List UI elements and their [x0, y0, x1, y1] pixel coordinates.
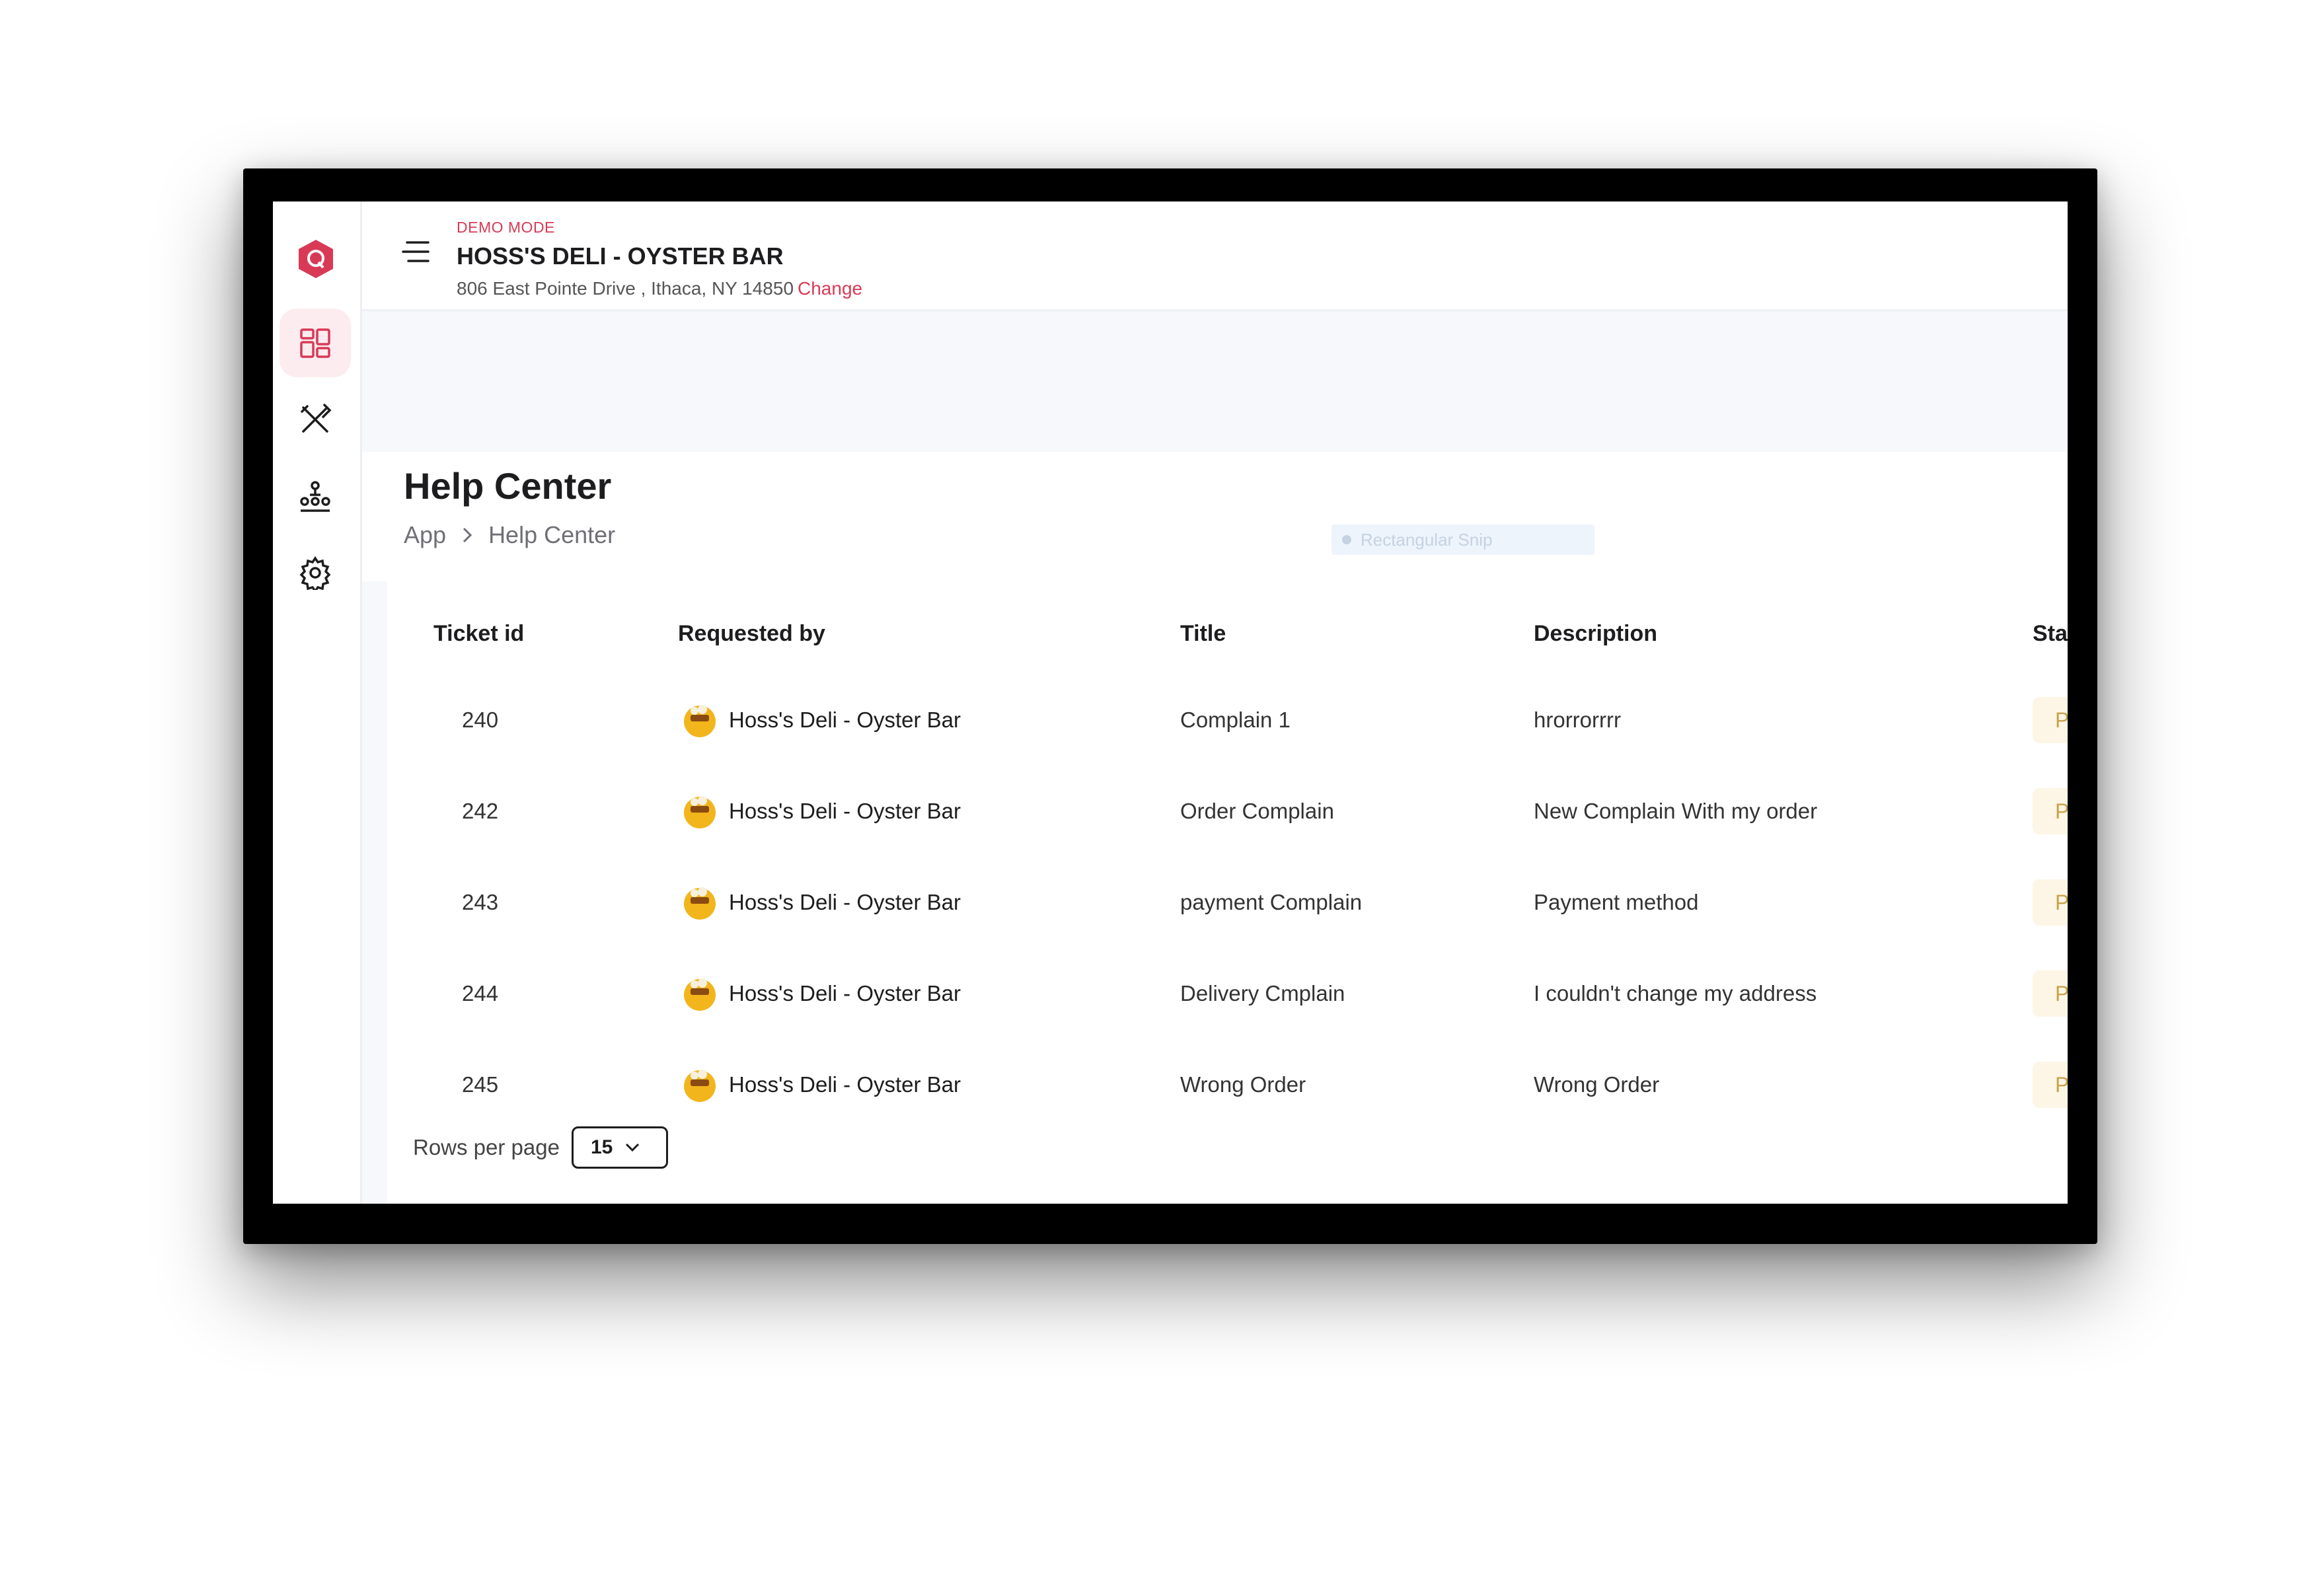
requested-by-name: Hoss's Deli - Oyster Bar	[729, 708, 961, 732]
status-badge: Per	[2033, 697, 2068, 743]
table-row[interactable]: 245 Hoss's Deli - Oyster Bar Wrong Order…	[387, 1039, 2068, 1130]
restaurant-avatar-icon	[684, 1070, 716, 1102]
ticket-description-cell: I couldn't change my address	[1534, 981, 1817, 1005]
rows-per-page-label: Rows per page	[413, 1135, 560, 1159]
device-frame: DEMO MODE HOSS'S DELI - OYSTER BAR 806 E…	[243, 168, 2097, 1244]
rows-per-page-select[interactable]: 15	[571, 1126, 668, 1169]
ticket-id-cell: 240	[462, 708, 499, 732]
header-banner	[362, 311, 2068, 452]
status-badge: Per	[2033, 788, 2068, 834]
requested-by-cell: Hoss's Deli - Oyster Bar	[681, 1066, 961, 1103]
requested-by-name: Hoss's Deli - Oyster Bar	[729, 890, 961, 914]
ticket-description-cell: Wrong Order	[1534, 1072, 1660, 1097]
restaurant-avatar-icon	[684, 887, 716, 920]
column-header-status[interactable]: Statu	[2033, 621, 2068, 647]
rows-per-page-value: 15	[590, 1136, 613, 1158]
status-badge: Per	[2033, 879, 2068, 926]
snip-overlay: Rectangular Snip	[1331, 525, 1594, 555]
requested-by-name: Hoss's Deli - Oyster Bar	[729, 799, 961, 823]
tickets-table: Ticket id Requested by Title Description…	[362, 581, 2068, 1204]
ticket-title-cell: Wrong Order	[1180, 1072, 1306, 1097]
restaurant-avatar-icon	[684, 705, 716, 737]
breadcrumb-app-link[interactable]: App	[404, 521, 446, 549]
ticket-description-cell: Payment method	[1534, 890, 1699, 914]
breadcrumb: App Help Center	[404, 521, 615, 549]
pagination: Rows per page 15	[413, 1126, 668, 1169]
chevron-down-icon	[626, 1143, 640, 1152]
ticket-description-cell: hrorrorrrr	[1534, 708, 1621, 732]
brand-logo-icon	[299, 240, 333, 278]
store-name: HOSS'S DELI - OYSTER BAR	[457, 242, 784, 270]
requested-by-name: Hoss's Deli - Oyster Bar	[729, 981, 961, 1005]
ticket-id-cell: 242	[462, 799, 499, 823]
ticket-title-cell: payment Complain	[1180, 890, 1363, 914]
restaurant-avatar-icon	[684, 796, 716, 828]
dashboard-icon	[300, 328, 330, 358]
sidebar-item-organization[interactable]	[280, 462, 351, 530]
ticket-id-cell: 243	[462, 890, 499, 914]
ticket-id-cell: 244	[462, 981, 499, 1005]
column-header-title[interactable]: Title	[1180, 621, 1226, 647]
status-badge: Per	[2033, 970, 2068, 1017]
settings-gear-icon	[299, 556, 331, 590]
page-title: Help Center	[404, 465, 612, 507]
ticket-id-cell: 245	[462, 1072, 499, 1097]
column-header-requested-by[interactable]: Requested by	[678, 621, 825, 647]
hierarchy-icon	[300, 481, 330, 512]
table-row[interactable]: 243 Hoss's Deli - Oyster Bar payment Com…	[387, 857, 2068, 948]
requested-by-name: Hoss's Deli - Oyster Bar	[729, 1072, 961, 1097]
chevron-right-icon	[463, 527, 472, 543]
app-screen: DEMO MODE HOSS'S DELI - OYSTER BAR 806 E…	[273, 201, 2068, 1204]
ticket-title-cell: Delivery Cmplain	[1180, 981, 1345, 1005]
ticket-title-cell: Order Complain	[1180, 799, 1334, 823]
snip-overlay-label: Rectangular Snip	[1361, 529, 1493, 550]
top-bar: DEMO MODE HOSS'S DELI - OYSTER BAR 806 E…	[362, 201, 2068, 311]
column-header-ticket-id[interactable]: Ticket id	[433, 621, 524, 647]
change-store-link[interactable]: Change	[798, 278, 862, 299]
demo-mode-label: DEMO MODE	[457, 219, 555, 236]
sidebar-item-settings[interactable]	[280, 538, 351, 607]
store-address: 806 East Pointe Drive , Ithaca, NY 14850…	[457, 278, 862, 299]
requested-by-cell: Hoss's Deli - Oyster Bar	[681, 793, 961, 830]
requested-by-cell: Hoss's Deli - Oyster Bar	[681, 884, 961, 921]
sidebar-item-menu[interactable]	[280, 385, 351, 454]
sidebar-item-dashboard[interactable]	[280, 309, 351, 377]
ticket-title-cell: Complain 1	[1180, 708, 1291, 732]
requested-by-cell: Hoss's Deli - Oyster Bar	[681, 975, 961, 1012]
table-row[interactable]: 242 Hoss's Deli - Oyster Bar Order Compl…	[387, 766, 2068, 857]
requested-by-cell: Hoss's Deli - Oyster Bar	[681, 702, 961, 739]
hamburger-menu-icon[interactable]	[400, 238, 431, 265]
table-row[interactable]: 240 Hoss's Deli - Oyster Bar Complain 1 …	[387, 675, 2068, 766]
ticket-description-cell: New Complain With my order	[1534, 799, 1818, 823]
restaurant-avatar-icon	[684, 978, 716, 1011]
breadcrumb-current: Help Center	[488, 521, 616, 548]
status-badge: Per	[2033, 1062, 2068, 1108]
sidebar	[273, 201, 362, 1204]
table-left-gutter	[362, 581, 387, 1204]
store-address-text: 806 East Pointe Drive , Ithaca, NY 14850	[457, 278, 794, 299]
utensils-icon	[301, 404, 332, 433]
table-row[interactable]: 244 Hoss's Deli - Oyster Bar Delivery Cm…	[387, 948, 2068, 1039]
snip-dot-icon	[1342, 535, 1351, 544]
column-header-description[interactable]: Description	[1534, 621, 1657, 647]
